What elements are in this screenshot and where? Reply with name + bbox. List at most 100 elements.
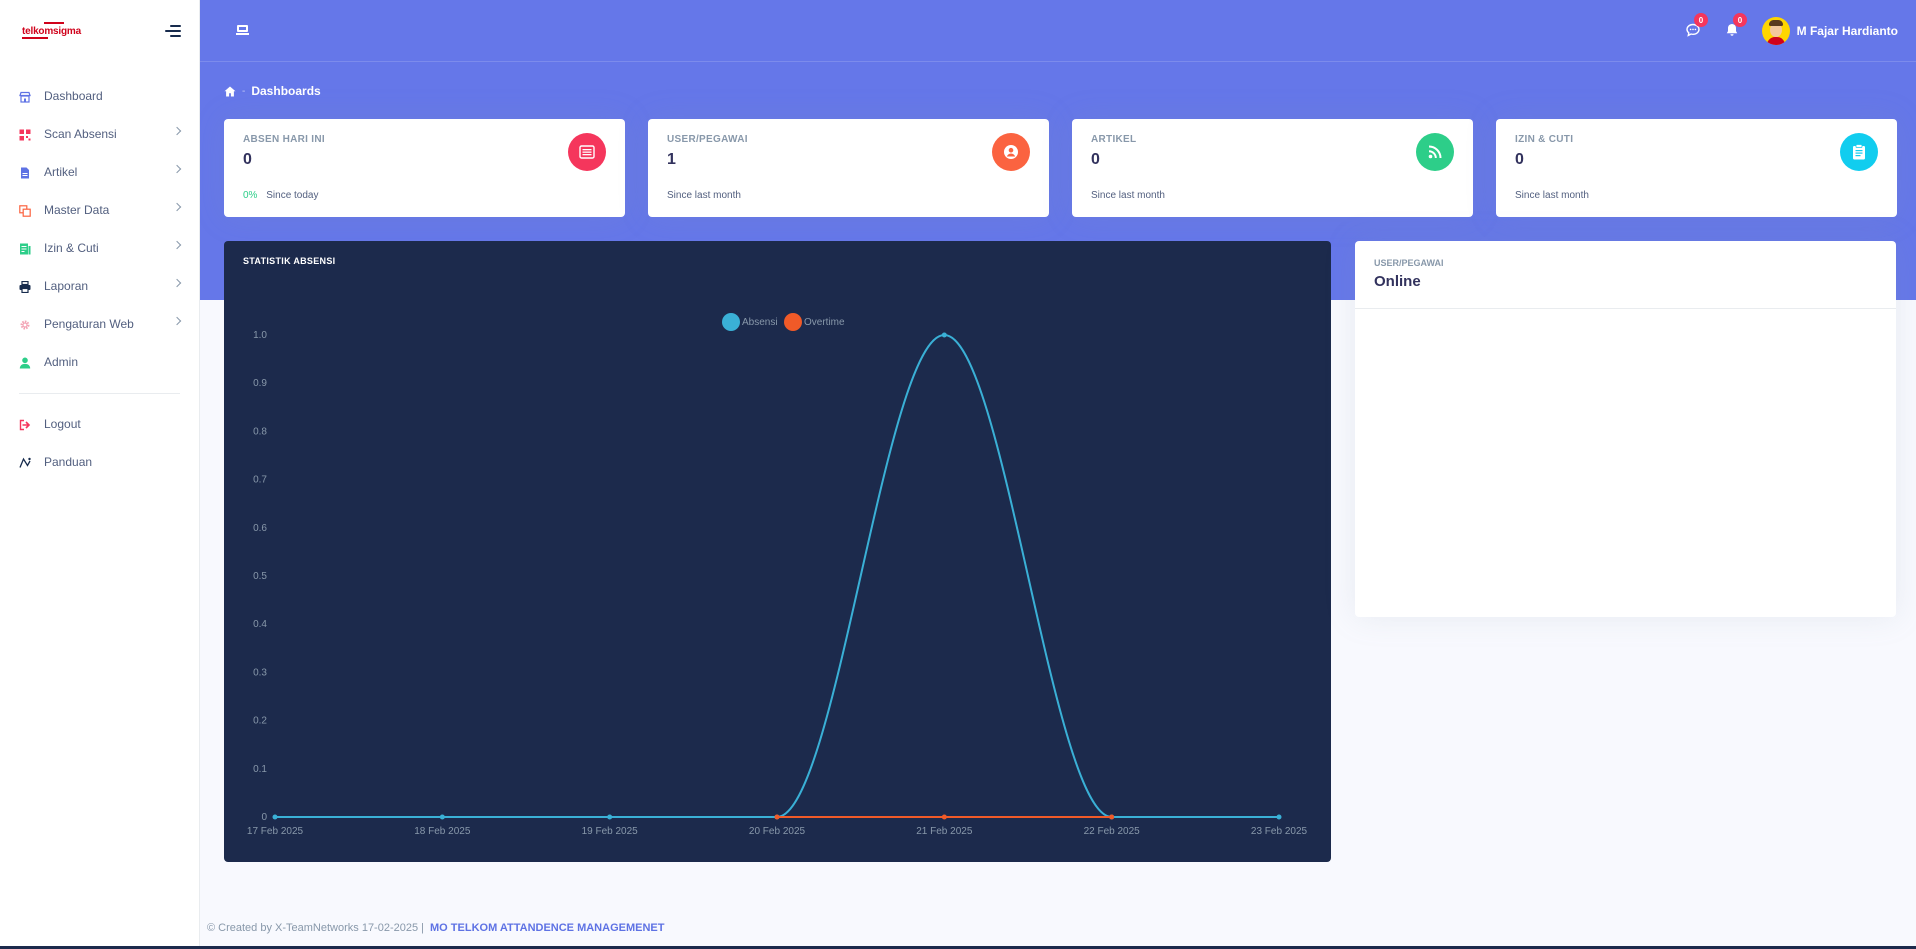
home-icon[interactable] bbox=[224, 86, 236, 97]
x-tick-label: 18 Feb 2025 bbox=[414, 826, 471, 837]
footer-brand-link[interactable]: MO TELKOM ATTANDENCE MANAGEMENET bbox=[430, 922, 664, 934]
stat-card-footnote: Since last month bbox=[1515, 190, 1589, 201]
stat-card-footer: 0% Since today bbox=[243, 190, 319, 201]
data-point-absensi bbox=[1276, 814, 1282, 820]
notification-button[interactable]: 0 bbox=[1725, 13, 1747, 37]
logo-text: telkomsigma bbox=[22, 26, 81, 37]
y-tick-label: 0.3 bbox=[253, 667, 267, 678]
x-tick-label: 21 Feb 2025 bbox=[916, 826, 973, 837]
topbar: 0 0 M Fajar Hardianto bbox=[200, 0, 1916, 62]
data-point-absensi bbox=[941, 332, 947, 338]
shop-icon bbox=[19, 90, 31, 103]
sidebar-nav: Dashboard Scan Absensi Artikel Master Da… bbox=[0, 77, 200, 481]
breadcrumb-current[interactable]: Dashboards bbox=[251, 84, 320, 98]
sidebar-item-dashboard[interactable]: Dashboard bbox=[0, 77, 200, 115]
legend-label-overtime: Overtime bbox=[804, 317, 845, 328]
qr-code-icon bbox=[19, 128, 31, 141]
sidebar-divider bbox=[19, 393, 180, 394]
data-point-absensi bbox=[607, 814, 613, 820]
chevron-right-icon bbox=[172, 278, 182, 288]
sidebar-item-label: Panduan bbox=[44, 455, 93, 469]
online-subtitle: USER/PEGAWAI bbox=[1374, 258, 1444, 268]
sidebar-item-scan-absensi[interactable]: Scan Absensi bbox=[0, 115, 200, 153]
sidenav-toggle-button[interactable] bbox=[165, 24, 181, 38]
stat-card-title: IZIN & CUTI bbox=[1515, 134, 1574, 145]
breadcrumb: - Dashboards bbox=[224, 84, 321, 98]
logout-icon bbox=[19, 418, 31, 431]
sidebar-item-artikel[interactable]: Artikel bbox=[0, 153, 200, 191]
stat-card-footnote: Since today bbox=[266, 190, 319, 201]
sidebar-item-label: Scan Absensi bbox=[44, 127, 117, 141]
footer: © Created by X-TeamNetworks 17-02-2025 |… bbox=[207, 922, 664, 934]
chevron-right-icon bbox=[172, 240, 182, 250]
y-tick-label: 0 bbox=[261, 812, 267, 823]
sidebar-item-pengaturan-web[interactable]: Pengaturan Web bbox=[0, 305, 200, 343]
online-panel-header: USER/PEGAWAI Online bbox=[1355, 241, 1896, 309]
rss-icon bbox=[1416, 133, 1454, 171]
sidebar-item-panduan[interactable]: Panduan bbox=[0, 443, 200, 481]
chevron-right-icon bbox=[172, 316, 182, 326]
printer-icon bbox=[19, 280, 31, 294]
user-name: M Fajar Hardianto bbox=[1796, 24, 1898, 38]
x-tick-label: 17 Feb 2025 bbox=[247, 826, 304, 837]
sidebar-item-label: Izin & Cuti bbox=[44, 241, 99, 255]
y-tick-label: 0.2 bbox=[253, 716, 267, 727]
user-menu[interactable]: M Fajar Hardianto bbox=[1761, 16, 1898, 46]
sidebar-item-label: Dashboard bbox=[44, 89, 103, 103]
stat-card-footnote: Since last month bbox=[667, 190, 741, 201]
x-tick-label: 23 Feb 2025 bbox=[1251, 826, 1308, 837]
stat-card-value: 0 bbox=[1091, 151, 1100, 168]
stat-card-2: ARTIKEL 0 Since last month bbox=[1072, 119, 1473, 217]
stat-card-footer: Since last month bbox=[1515, 190, 1589, 201]
chevron-right-icon bbox=[172, 202, 182, 212]
stat-card-percent: 0% bbox=[243, 190, 258, 201]
user-icon bbox=[19, 356, 31, 369]
online-users-panel: USER/PEGAWAI Online bbox=[1355, 241, 1896, 617]
chevron-right-icon bbox=[172, 164, 182, 174]
stat-card-title: USER/PEGAWAI bbox=[667, 134, 748, 145]
sidebar-item-laporan[interactable]: Laporan bbox=[0, 267, 200, 305]
chevron-right-icon bbox=[172, 126, 182, 136]
stat-card-3: IZIN & CUTI 0 Since last month bbox=[1496, 119, 1897, 217]
sidebar-item-label: Artikel bbox=[44, 165, 78, 179]
laptop-icon[interactable] bbox=[236, 25, 249, 35]
clipboard-icon bbox=[1840, 133, 1878, 171]
x-tick-label: 20 Feb 2025 bbox=[749, 826, 806, 837]
legend-marker-overtime bbox=[784, 313, 802, 331]
notification-badge: 0 bbox=[1733, 13, 1747, 27]
legend-marker-absensi bbox=[722, 313, 740, 331]
sidebar-item-master-data[interactable]: Master Data bbox=[0, 191, 200, 229]
footer-copyright: © Created by X-TeamNetworks 17-02-2025 | bbox=[207, 922, 425, 934]
chat-button[interactable]: 0 bbox=[1686, 13, 1708, 37]
online-title: Online bbox=[1374, 273, 1421, 290]
legend-label-absensi: Absensi bbox=[742, 317, 778, 328]
sidebar-item-label: Master Data bbox=[44, 203, 110, 217]
stat-card-value: 0 bbox=[243, 151, 252, 168]
data-point-absensi bbox=[439, 814, 445, 820]
y-tick-label: 0.4 bbox=[253, 619, 267, 630]
guide-icon bbox=[19, 456, 31, 468]
user-circle-icon bbox=[992, 133, 1030, 171]
stat-card-title: ARTIKEL bbox=[1091, 134, 1137, 145]
sidebar-item-logout[interactable]: Logout bbox=[0, 405, 200, 443]
x-tick-label: 22 Feb 2025 bbox=[1084, 826, 1141, 837]
stat-card-value: 1 bbox=[667, 151, 676, 168]
stat-card-1: USER/PEGAWAI 1 Since last month bbox=[648, 119, 1049, 217]
series-line-absensi bbox=[275, 333, 1279, 818]
attendance-chart-panel: STATISTIK ABSENSI 0 0.1 0.2 0.3 0.4 0.5 0.6 0.7… bbox=[224, 241, 1331, 862]
y-tick-label: 0.9 bbox=[253, 378, 267, 389]
copy-icon bbox=[19, 204, 31, 217]
stat-card-0: ABSEN HARI INI 0 0% Since today bbox=[224, 119, 625, 217]
sidebar-item-admin[interactable]: Admin bbox=[0, 343, 200, 381]
sidebar-item-izin-cuti[interactable]: Izin & Cuti bbox=[0, 229, 200, 267]
y-tick-label: 0.7 bbox=[253, 475, 267, 486]
data-point-overtime bbox=[774, 814, 780, 820]
sidebar-item-label: Admin bbox=[44, 355, 79, 369]
avatar bbox=[1761, 17, 1790, 45]
sidebar-item-label: Logout bbox=[44, 417, 81, 431]
chat-badge: 0 bbox=[1694, 13, 1708, 27]
list-icon bbox=[568, 133, 606, 171]
data-point-absensi bbox=[272, 814, 278, 820]
company-logo[interactable]: telkomsigma bbox=[22, 22, 82, 44]
sidebar: telkomsigma Dashboard Scan Absensi Artik… bbox=[0, 0, 200, 946]
